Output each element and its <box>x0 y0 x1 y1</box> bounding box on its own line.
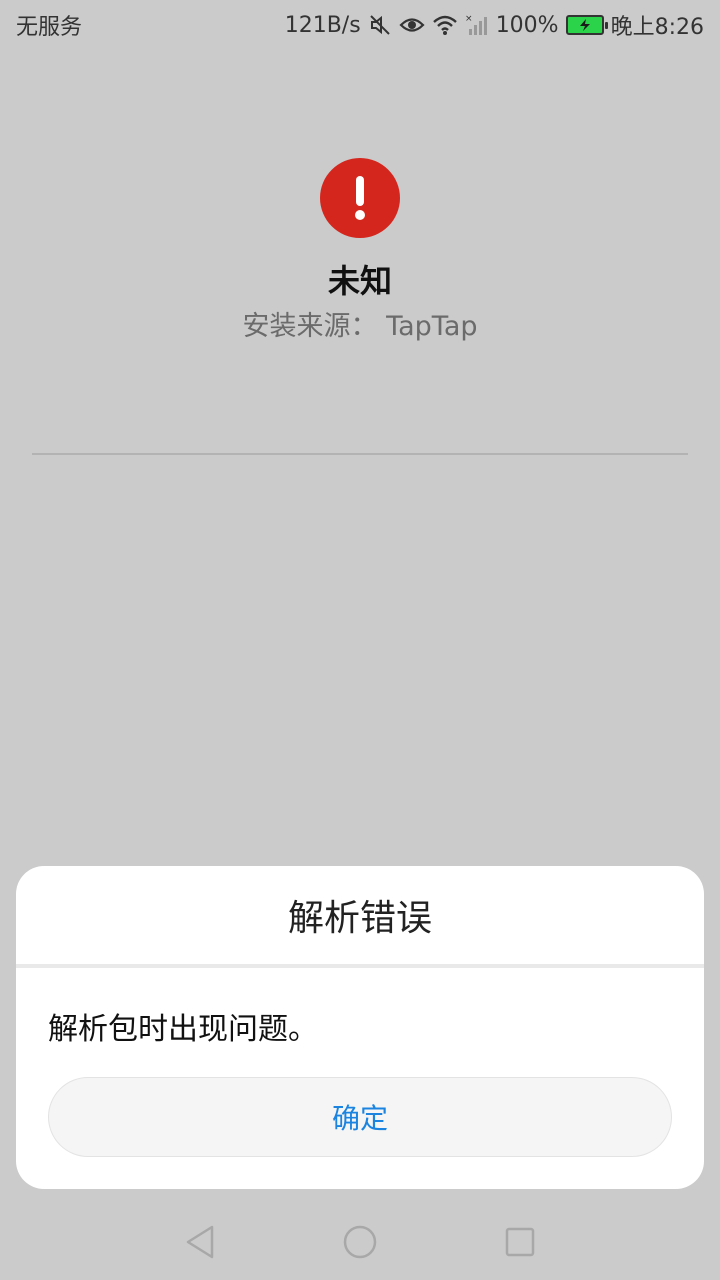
mute-icon <box>368 13 392 37</box>
confirm-button-label: 确定 <box>331 1102 388 1135</box>
recents-icon[interactable] <box>500 1222 540 1262</box>
install-source-label: 安装来源： TapTap <box>242 311 478 342</box>
battery-percent-label: 100% <box>495 12 559 38</box>
status-bar: 无服务 121B/s × 100% 晚上8:26 <box>0 0 720 50</box>
status-icons: 121B/s × 100% 晚上8:26 <box>285 9 704 41</box>
error-icon <box>320 158 400 238</box>
navigation-bar <box>0 1200 720 1280</box>
battery-charging-icon <box>565 15 608 35</box>
back-icon[interactable] <box>180 1222 220 1262</box>
eye-icon <box>399 14 425 36</box>
parse-error-dialog: 解析错误 解析包时出现问题。 确定 <box>16 866 704 1189</box>
dialog-message: 解析包时出现问题。 <box>48 1012 318 1047</box>
signal-icon: × <box>465 13 489 37</box>
dialog-title: 解析错误 <box>287 898 432 939</box>
app-name: 未知 <box>327 262 392 300</box>
divider <box>32 453 688 455</box>
svg-text:×: × <box>465 14 473 24</box>
home-icon[interactable] <box>340 1222 380 1262</box>
time-label: 晚上8:26 <box>610 15 704 40</box>
wifi-icon <box>432 14 458 36</box>
confirm-button[interactable]: 确定 <box>48 1077 672 1157</box>
carrier-label: 无服务 <box>16 15 83 40</box>
net-speed-label: 121B/s <box>284 12 361 38</box>
